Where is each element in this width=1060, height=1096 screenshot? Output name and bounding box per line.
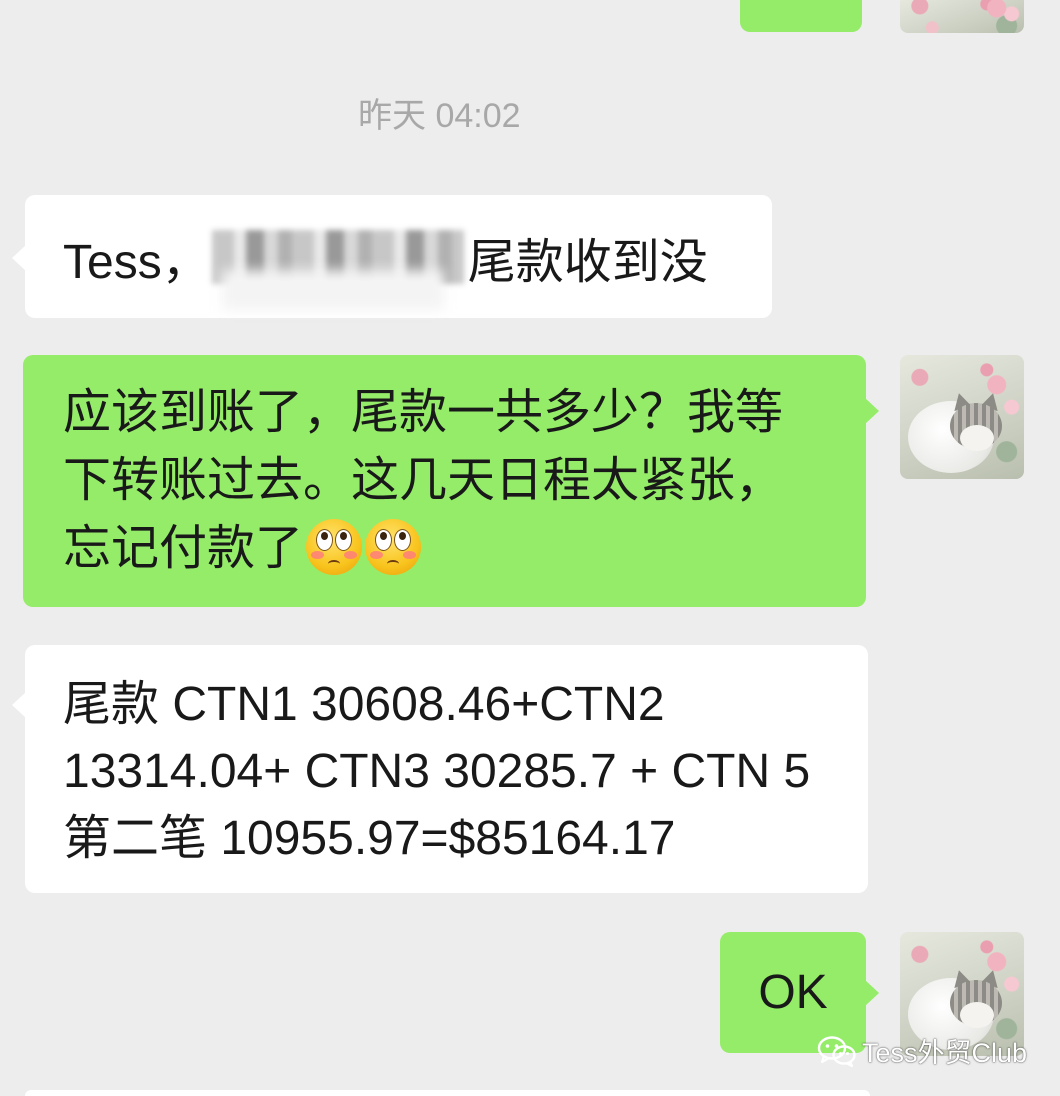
- wechat-logo-icon: [817, 1035, 856, 1067]
- flushed-face-icon: [306, 519, 363, 575]
- message-line-text: 忘记付款了: [63, 522, 304, 575]
- emoji-cheek: [403, 551, 417, 559]
- bubble-tail: [865, 398, 879, 424]
- message-text-prefix: Tess，: [63, 235, 210, 289]
- message-text-suffix: 尾款收到没: [467, 235, 708, 289]
- flushed-face-icon: [365, 519, 422, 575]
- emoji-eye: [394, 529, 412, 551]
- avatar-cat-face: [960, 425, 994, 451]
- emoji-cheek: [344, 551, 358, 559]
- emoji-cheek: [311, 551, 325, 559]
- bubble-tail: [12, 245, 26, 271]
- blur-haze: [221, 269, 444, 310]
- emoji-eye: [335, 529, 353, 551]
- bubble-tail: [865, 980, 879, 1006]
- watermark: Tess外贸Club: [816, 1031, 1027, 1070]
- message-timestamp: 昨天 04:02: [358, 97, 521, 135]
- message-line: 下转账过去。这几天日程太紧张，: [63, 454, 784, 507]
- emoji-pupil: [380, 532, 388, 540]
- emoji-pupil: [399, 532, 407, 540]
- message-line: 13314.04+ CTN3 30285.7 + CTN 5: [63, 745, 811, 798]
- emoji-cheek: [370, 551, 384, 559]
- message-line: 应该到账了，尾款一共多少？我等: [63, 386, 784, 439]
- avatar-cat-face: [960, 1002, 994, 1028]
- next-message-bubble[interactable]: [25, 1090, 870, 1096]
- avatar[interactable]: [900, 0, 1024, 33]
- previous-message-bubble[interactable]: [740, 0, 862, 32]
- incoming-message-bubble[interactable]: Tess， 尾款收到没: [12, 195, 772, 318]
- message-text: OK: [758, 966, 828, 1019]
- avatar[interactable]: [900, 355, 1024, 479]
- emoji-mouth: [387, 560, 400, 568]
- redacted-blur: [211, 222, 464, 310]
- incoming-message-bubble[interactable]: 尾款 CTN1 30608.46+CTN2 13314.04+ CTN3 302…: [12, 645, 868, 893]
- emoji-mouth: [328, 560, 341, 568]
- bubble-tail: [12, 692, 26, 718]
- outgoing-message-bubble[interactable]: 应该到账了，尾款一共多少？我等 下转账过去。这几天日程太紧张， 忘记付款了: [23, 355, 879, 607]
- message-line: 尾款 CTN1 30608.46+CTN2: [63, 678, 665, 731]
- emoji-pupil: [321, 532, 329, 540]
- emoji-eye: [375, 529, 393, 551]
- watermark-text: Tess外贸Club: [862, 1038, 1028, 1068]
- emoji-pupil: [340, 532, 348, 540]
- emoji-eye: [316, 529, 334, 551]
- message-line: 第二笔 10955.97=$85164.17: [63, 812, 676, 865]
- message-line-with-emoji: 忘记付款了: [63, 515, 866, 583]
